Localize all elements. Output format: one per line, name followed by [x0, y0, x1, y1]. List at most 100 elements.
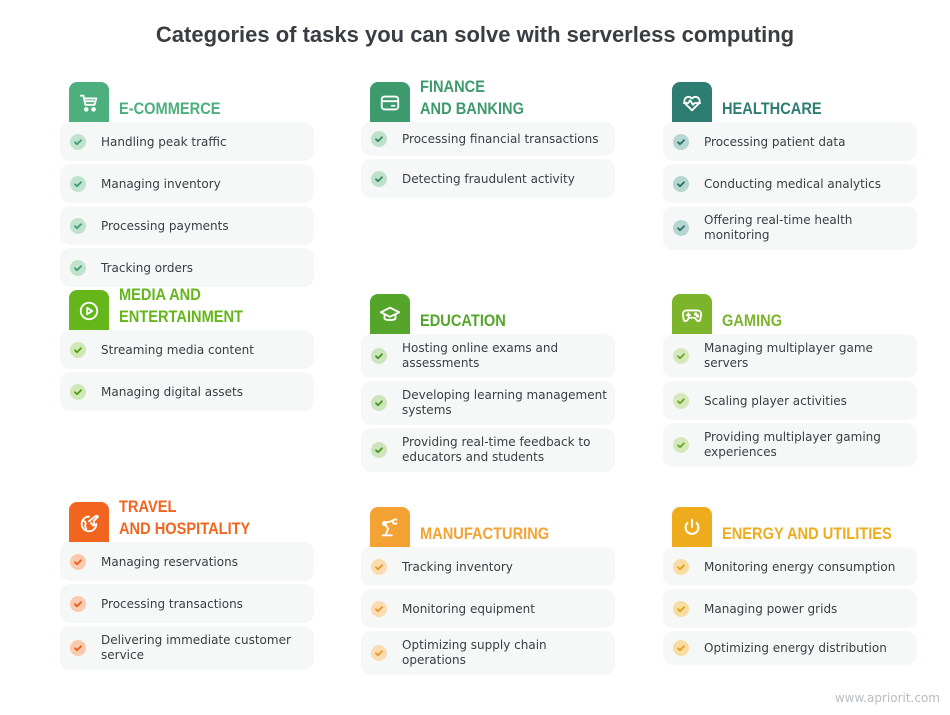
- task-item: Offering real-time health monitoring: [663, 206, 917, 250]
- task-item: Monitoring energy consumption: [663, 547, 917, 586]
- category-title-line: TRAVEL: [119, 497, 177, 516]
- task-label: Optimizing supply chain operations: [402, 638, 547, 667]
- task-list: Monitoring energy consumption Managing po…: [663, 547, 917, 665]
- task-item: Managing reservations: [60, 542, 314, 581]
- category-title: GAMING: [722, 310, 782, 332]
- check-icon: [371, 131, 387, 147]
- category-title: TRAVEL AND HOSPITALITY: [119, 496, 250, 540]
- check-icon: [70, 383, 86, 400]
- check-icon: [673, 220, 689, 236]
- check-icon: [70, 175, 86, 192]
- category-title-line: AND HOSPITALITY: [119, 519, 251, 538]
- check-icon: [70, 595, 86, 612]
- task-item: Managing multiplayer game servers: [663, 334, 917, 378]
- heart-pulse-icon: [672, 82, 712, 124]
- graduation-cap-icon: [370, 294, 410, 336]
- credit-card-icon: [370, 82, 410, 124]
- task-item: Managing digital assets: [60, 372, 314, 411]
- category-header: FINANCE AND BANKING: [361, 72, 615, 124]
- task-item: Managing inventory: [60, 164, 314, 203]
- task-label: Delivering immediate customer service: [101, 633, 291, 662]
- task-label: Tracking orders: [101, 260, 194, 275]
- globe-plane-icon: [69, 502, 109, 544]
- category-title-line: EDUCATION: [420, 311, 506, 330]
- task-item: Managing power grids: [663, 589, 917, 628]
- category-manufacturing: MANUFACTURING Tracking inventory Monitorin…: [361, 505, 615, 678]
- task-item: Processing transactions: [60, 584, 314, 623]
- task-label: Processing patient data: [704, 134, 846, 149]
- task-label: Managing inventory: [101, 176, 221, 191]
- check-icon: [673, 640, 689, 656]
- task-label: Monitoring energy consumption: [704, 559, 896, 574]
- category-title-line: MEDIA AND: [119, 285, 201, 304]
- task-label: Processing payments: [101, 218, 229, 233]
- category-healthcare: HEALTHCARE Processing patient data Conduct…: [663, 80, 917, 253]
- category-header: ENERGY AND UTILITIES: [663, 505, 917, 549]
- category-travel: TRAVEL AND HOSPITALITY Managing reservatio…: [60, 496, 314, 673]
- category-title: ENERGY AND UTILITIES: [722, 523, 892, 545]
- task-label: Managing digital assets: [101, 384, 243, 399]
- category-title: FINANCE AND BANKING: [420, 76, 524, 120]
- category-title-line: FINANCE: [420, 77, 485, 96]
- category-title-line: GAMING: [722, 311, 783, 330]
- task-list: Hosting online exams and assessments Deve…: [361, 334, 615, 472]
- task-item: Developing learning management systems: [361, 381, 615, 425]
- check-icon: [70, 259, 86, 276]
- task-label: Optimizing energy distribution: [704, 640, 887, 655]
- check-icon: [673, 133, 689, 150]
- check-icon: [70, 133, 86, 150]
- category-title-line: AND BANKING: [420, 99, 524, 118]
- task-label: Managing reservations: [101, 554, 238, 569]
- task-item: Optimizing energy distribution: [663, 631, 917, 665]
- category-title: MEDIA AND ENTERTAINMENT: [119, 284, 243, 328]
- check-icon: [70, 341, 86, 358]
- category-ecommerce: E-COMMERCE Handling peak traffic Managing …: [60, 80, 314, 290]
- task-item: Providing multiplayer gaming experiences: [663, 423, 917, 467]
- category-title: HEALTHCARE: [722, 98, 822, 120]
- category-energy: ENERGY AND UTILITIES Monitoring energy co…: [663, 505, 917, 668]
- task-label: Processing financial transactions: [402, 131, 599, 146]
- task-list: Processing financial transactions Detecti…: [361, 122, 615, 198]
- category-header: TRAVEL AND HOSPITALITY: [60, 496, 314, 544]
- check-icon: [70, 217, 86, 234]
- task-label: Processing transactions: [101, 596, 243, 611]
- check-icon: [673, 600, 689, 617]
- check-icon: [371, 442, 387, 458]
- task-label: Tracking inventory: [402, 559, 513, 574]
- task-item: Processing payments: [60, 206, 314, 245]
- check-icon: [371, 170, 387, 187]
- task-item: Providing real-time feedback to educator…: [361, 428, 615, 472]
- task-list: Managing multiplayer game servers Scaling…: [663, 334, 917, 467]
- check-icon: [673, 175, 689, 192]
- task-item: Detecting fraudulent activity: [361, 159, 615, 198]
- task-label: Providing multiplayer gaming experiences: [704, 430, 881, 459]
- category-title-line: E-COMMERCE: [119, 99, 221, 118]
- category-title-line: HEALTHCARE: [722, 99, 822, 118]
- shopping-cart-icon: [69, 82, 109, 124]
- check-icon: [673, 392, 689, 409]
- category-title-line: ENERGY AND UTILITIES: [722, 524, 892, 543]
- task-label: Offering real-time health monitoring: [704, 213, 853, 242]
- task-item: Streaming media content: [60, 330, 314, 369]
- category-finance: FINANCE AND BANKING Processing financial t…: [361, 72, 615, 201]
- task-item: Optimizing supply chain operations: [361, 631, 615, 675]
- robotic-arm-icon: [370, 507, 410, 549]
- task-item: Processing financial transactions: [361, 122, 615, 156]
- task-list: Managing reservations Processing transact…: [60, 542, 314, 670]
- category-gaming: GAMING Managing multiplayer game servers S…: [663, 292, 917, 470]
- task-label: Streaming media content: [101, 342, 254, 357]
- task-item: Handling peak traffic: [60, 122, 314, 161]
- category-title-line: MANUFACTURING: [420, 524, 550, 543]
- category-header: MEDIA AND ENTERTAINMENT: [60, 284, 314, 332]
- play-icon: [69, 290, 109, 332]
- task-item: Monitoring equipment: [361, 589, 615, 628]
- task-label: Handling peak traffic: [101, 134, 227, 149]
- task-label: Developing learning management systems: [402, 388, 607, 417]
- task-item: Conducting medical analytics: [663, 164, 917, 203]
- footer-url: www.apriorit.com: [834, 691, 940, 705]
- category-header: GAMING: [663, 292, 917, 336]
- category-title-line: ENTERTAINMENT: [119, 307, 244, 326]
- task-list: Processing patient data Conducting medica…: [663, 122, 917, 250]
- check-icon: [70, 553, 86, 570]
- task-item: Processing patient data: [663, 122, 917, 161]
